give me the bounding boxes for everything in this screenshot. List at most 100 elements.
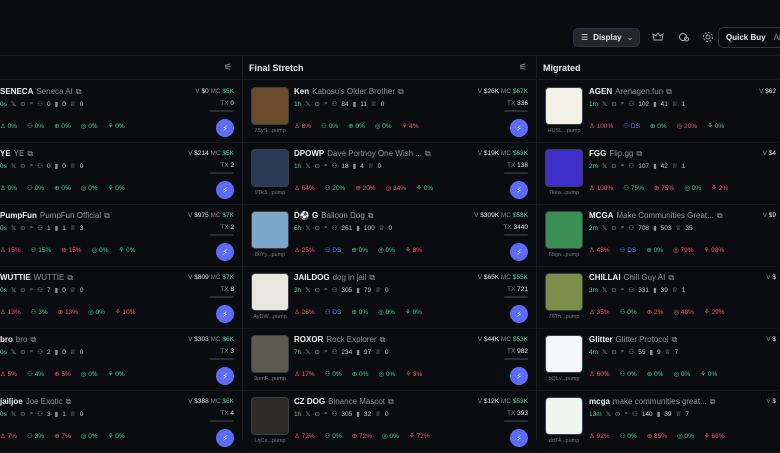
x-icon[interactable]: 𝕏 <box>305 224 310 232</box>
token-avatar[interactable] <box>251 397 289 435</box>
token-row[interactable]: 9pmF...pump ROXOR Rock Explorer ⧉ 7h 𝕏 ⊙ ⌕ ⚇ 234 ▮… <box>243 329 536 391</box>
website-icon[interactable]: ⊙ <box>611 348 616 356</box>
token-row[interactable]: HUSL...pump AGEN Arenagen.fun ⧉ 1m 𝕏 ⊙ ⌕ ⚇ 102 ▮ 41… <box>537 81 780 143</box>
website-icon[interactable]: ⊙ <box>20 348 25 356</box>
quick-buy-button[interactable]: ⚡ <box>216 367 234 385</box>
copy-icon[interactable]: ⧉ <box>666 87 672 96</box>
token-avatar[interactable] <box>251 149 289 187</box>
token-avatar[interactable] <box>251 87 289 125</box>
copy-icon[interactable]: ⧉ <box>636 149 642 158</box>
search-icon[interactable]: ⌕ <box>324 224 328 232</box>
token-avatar[interactable] <box>545 149 583 187</box>
token-address[interactable]: 8uYy...pump <box>247 252 293 258</box>
website-icon[interactable]: ⊙ <box>611 286 616 294</box>
token-row[interactable]: 6bgn...pump MCGA Make Communities Great...… <box>537 205 780 267</box>
x-icon[interactable]: 𝕏 <box>11 162 16 170</box>
x-icon[interactable]: 𝕏 <box>305 162 310 170</box>
quick-buy-control[interactable]: Quick Buy Am <box>718 27 780 48</box>
token-address[interactable]: 9Tk3...pump <box>247 190 293 196</box>
token-row[interactable]: SENECA Seneca AI ⧉ 0s 𝕏 ⊙ ⌕ ⚇ 0 ▮ 0 ♕ 0 ♙ 0% ⚇ 0% ⊕ 0% ◎… <box>0 81 242 143</box>
token-avatar[interactable] <box>545 211 583 249</box>
token-address[interactable]: 9pmF...pump <box>247 376 293 382</box>
filter-sliders-icon[interactable]: ⚟ <box>224 62 232 73</box>
search-icon[interactable]: ⌕ <box>324 286 328 294</box>
website-icon[interactable]: ⊙ <box>20 286 25 294</box>
search-icon[interactable]: ⌕ <box>324 162 328 170</box>
quick-buy-button[interactable]: ⚡ <box>510 243 528 261</box>
x-icon[interactable]: 𝕏 <box>11 410 16 418</box>
search-icon[interactable]: ⌕ <box>621 286 625 294</box>
search-icon[interactable]: ⌕ <box>624 410 628 418</box>
website-icon[interactable]: ⊙ <box>20 162 25 170</box>
x-icon[interactable]: 𝕏 <box>11 224 16 232</box>
website-icon[interactable]: ⊙ <box>314 286 319 294</box>
wallet-icon[interactable] <box>678 31 690 43</box>
x-icon[interactable]: 𝕏 <box>11 348 16 356</box>
token-avatar[interactable] <box>545 87 583 125</box>
quick-buy-button[interactable]: ⚡ <box>510 119 528 137</box>
token-address[interactable]: 7kea...pump <box>541 190 587 196</box>
website-icon[interactable]: ⊙ <box>20 100 25 108</box>
token-row[interactable]: 8uYy...pump D⚽ G Balloon Dog ⧉ 6h 𝕏 ⊙ ⌕ ⚇ 261 ▮ 100… <box>243 205 536 267</box>
search-icon[interactable]: ⌕ <box>30 162 34 170</box>
search-icon[interactable]: ⌕ <box>621 348 625 356</box>
quick-buy-button[interactable]: ⚡ <box>510 181 528 199</box>
copy-icon[interactable]: ⧉ <box>66 397 72 406</box>
quick-buy-button[interactable]: ⚡ <box>216 243 234 261</box>
x-icon[interactable]: 𝕏 <box>606 410 611 418</box>
token-address[interactable]: bQLv...pump <box>541 376 587 382</box>
x-icon[interactable]: 𝕏 <box>602 286 607 294</box>
copy-icon[interactable]: ⧉ <box>369 273 375 282</box>
token-avatar[interactable] <box>545 397 583 435</box>
token-row[interactable]: YE YE ⧉ 0s 𝕏 ⊙ ⌕ ⚇ 0 ▮ 0 ♕ 0 ♙ 0% ⚇ 0% ⊕ 0% ◎ 0% ⚘ 0% V $2… <box>0 143 242 205</box>
token-row[interactable]: 7kea...pump FGG Flip.gg ⧉ 2m 𝕏 ⊙ ⌕ ⚇ 107 ▮ 42 ♕ 1 ♙ 10… <box>537 143 780 205</box>
token-address[interactable]: HUSL...pump <box>541 128 587 134</box>
search-icon[interactable]: ⌕ <box>621 224 625 232</box>
token-row[interactable]: bQLv...pump Glitter Glitter Protocol ⧉ 4m 𝕏 ⊙ ⌕… <box>537 329 780 391</box>
token-address[interactable]: 76Tn...pump <box>541 314 587 320</box>
search-icon[interactable]: ⌕ <box>30 348 34 356</box>
copy-icon[interactable]: ⧉ <box>30 335 36 344</box>
x-icon[interactable]: 𝕏 <box>602 224 607 232</box>
x-icon[interactable]: 𝕏 <box>11 286 16 294</box>
token-row[interactable]: WUTTIE WUTTIE ⧉ 0s 𝕏 ⊙ ⌕ ⚇ 7 ▮ 0 ♕ 0 ♙ 13% ⚇ 3% ⊕ 13% ◎ … <box>0 267 242 329</box>
quick-buy-button[interactable]: ⚡ <box>216 181 234 199</box>
website-icon[interactable]: ⊙ <box>314 100 319 108</box>
token-avatar[interactable] <box>545 335 583 373</box>
search-icon[interactable]: ⌕ <box>324 348 328 356</box>
token-row[interactable]: PumpFun PumpFun Official ⧉ 0s 𝕏 ⊙ ⌕ ⚇ 1 ▮ 1 ♕ 3 ♙ 15%… <box>0 205 242 267</box>
settings-gear-icon[interactable] <box>702 31 714 43</box>
website-icon[interactable]: ⊙ <box>615 410 620 418</box>
quick-buy-amount-input[interactable]: Am <box>774 33 780 42</box>
token-row[interactable]: dd74...pump mcga make communities great...… <box>537 391 780 453</box>
search-icon[interactable]: ⌕ <box>30 286 34 294</box>
crown-icon[interactable] <box>652 31 664 43</box>
search-icon[interactable]: ⌕ <box>30 224 34 232</box>
copy-icon[interactable]: ⧉ <box>27 149 33 158</box>
copy-icon[interactable]: ⧉ <box>398 87 404 96</box>
website-icon[interactable]: ⊙ <box>611 224 616 232</box>
token-row[interactable]: bro bro ⧉ 0s 𝕏 ⊙ ⌕ ⚇ 2 ▮ 0 ♕ 0 ♙ 5% ⚇ 4% ⊕ 5% ◎ 0% ⚘ 0% V … <box>0 329 242 391</box>
copy-icon[interactable]: ⧉ <box>76 87 82 96</box>
x-icon[interactable]: 𝕏 <box>602 162 607 170</box>
website-icon[interactable]: ⊙ <box>611 162 616 170</box>
token-address[interactable]: LqCs...pump <box>247 438 293 444</box>
copy-icon[interactable]: ⧉ <box>710 397 716 406</box>
quick-buy-button[interactable]: ⚡ <box>510 429 528 447</box>
copy-icon[interactable]: ⧉ <box>388 397 394 406</box>
token-avatar[interactable] <box>251 273 289 311</box>
token-address[interactable]: AyDW...pump <box>247 314 293 320</box>
website-icon[interactable]: ⊙ <box>20 224 25 232</box>
token-row[interactable]: LqCs...pump CZ DOG Binance Mascot ⧉ 1h 𝕏 ⊙ ⌕ ⚇ 30… <box>243 391 536 453</box>
token-row[interactable]: jailjoe Joe Exotic ⧉ 0s 𝕏 ⊙ ⌕ ⚇ 3 ▮ 1 ♕ 0 ♙ 7% ⚇ 3% ⊕ 7… <box>0 391 242 453</box>
x-icon[interactable]: 𝕏 <box>602 348 607 356</box>
search-icon[interactable]: ⌕ <box>621 100 625 108</box>
token-avatar[interactable] <box>251 335 289 373</box>
copy-icon[interactable]: ⧉ <box>425 149 431 158</box>
search-icon[interactable]: ⌕ <box>30 410 34 418</box>
quick-buy-button[interactable]: ⚡ <box>216 429 234 447</box>
x-icon[interactable]: 𝕏 <box>305 100 310 108</box>
website-icon[interactable]: ⊙ <box>611 100 616 108</box>
search-icon[interactable]: ⌕ <box>621 162 625 170</box>
website-icon[interactable]: ⊙ <box>314 224 319 232</box>
